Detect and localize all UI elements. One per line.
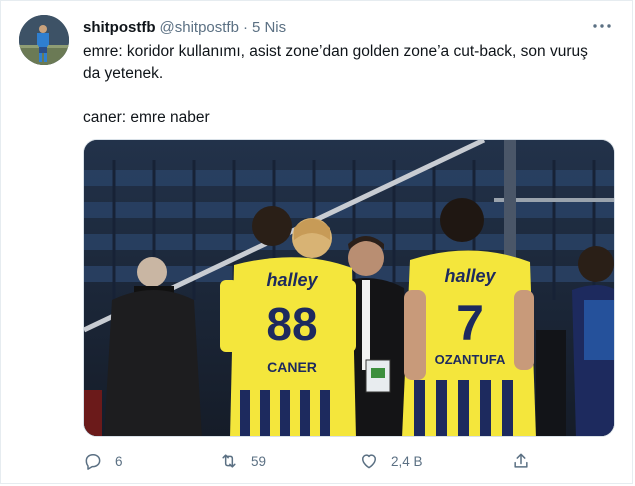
tweet-text-line-1: emre: koridor kullanımı, asist zone’dan …	[83, 43, 588, 82]
tweet-actions: 6 59 2,4 B	[83, 451, 543, 473]
jersey-number-1: 88	[266, 298, 317, 350]
share-button[interactable]	[511, 451, 531, 471]
reply-icon	[85, 454, 101, 470]
tweet-date[interactable]: 5 Nis	[252, 19, 286, 36]
jersey-brand-1: halley	[266, 270, 318, 290]
retweet-count: 59	[251, 453, 267, 469]
display-name[interactable]: shitpostfb	[83, 19, 156, 36]
tweet-text: emre: koridor kullanımı, asist zone’dan …	[83, 41, 603, 129]
tweet-header: shitpostfb @shitpostfb · 5 Nis	[83, 16, 286, 38]
like-count: 2,4 B	[391, 453, 423, 469]
avatar[interactable]	[19, 15, 69, 65]
jersey-name-1: CANER	[267, 359, 317, 375]
retweet-icon	[222, 454, 236, 468]
tweet-card[interactable]: shitpostfb @shitpostfb · 5 Nis emre: kor…	[0, 0, 633, 484]
reply-count: 6	[115, 453, 123, 469]
retweet-button[interactable]: 59	[219, 451, 266, 471]
more-options-icon[interactable]	[592, 17, 612, 35]
user-handle[interactable]: @shitpostfb	[160, 19, 239, 36]
jersey-brand-2: halley	[444, 266, 496, 286]
reply-button[interactable]: 6	[83, 451, 123, 471]
tweet-text-line-2: caner: emre naber	[83, 109, 210, 126]
like-button[interactable]: 2,4 B	[359, 451, 423, 471]
tweet-media-image[interactable]: halley 88 CANER halley 7 OZANTUFA	[83, 139, 615, 437]
jersey-number-2: 7	[456, 295, 484, 351]
separator-dot: ·	[242, 18, 248, 36]
heart-icon	[362, 454, 376, 469]
jersey-name-2: OZANTUFA	[435, 352, 506, 367]
share-icon	[514, 453, 528, 468]
avatar-image	[19, 15, 69, 65]
football-photo: halley 88 CANER halley 7 OZANTUFA	[84, 140, 614, 436]
